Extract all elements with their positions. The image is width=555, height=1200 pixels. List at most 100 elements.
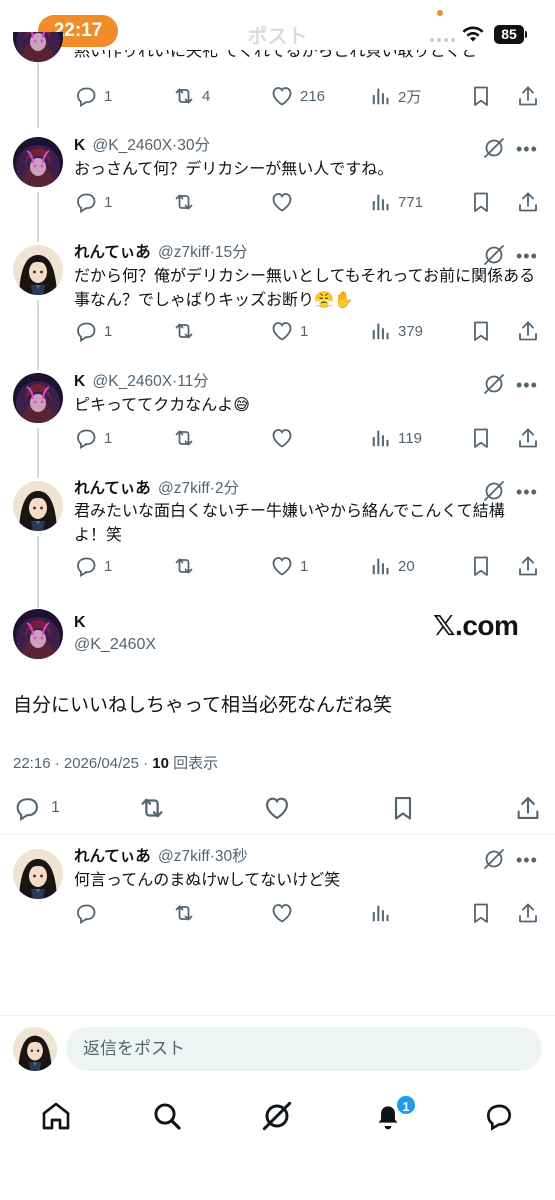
tweet-time[interactable]: 30秒: [215, 848, 248, 865]
views-icon: [370, 319, 392, 343]
reply-button[interactable]: 1: [74, 425, 112, 451]
reply-button[interactable]: 1: [74, 318, 112, 344]
like-button[interactable]: [270, 189, 300, 215]
views-button[interactable]: 2万: [370, 83, 421, 109]
bookmark-icon: [469, 426, 493, 450]
display-name[interactable]: K: [74, 614, 86, 632]
share-button[interactable]: [516, 425, 540, 451]
signal-icon: [430, 38, 455, 42]
share-button[interactable]: [516, 318, 540, 344]
tweet-time[interactable]: 2分: [215, 480, 239, 497]
views-button[interactable]: 771: [370, 189, 423, 215]
tweet-time[interactable]: 30分: [177, 137, 210, 154]
share-button[interactable]: [516, 553, 540, 579]
more-options-icon[interactable]: •••: [516, 247, 538, 265]
display-name[interactable]: れんてぃあ: [74, 848, 151, 865]
tweet-header: れんてぃあ @z7kiff·30秒: [74, 848, 248, 865]
avatar[interactable]: [13, 481, 63, 531]
views-button[interactable]: 20: [370, 553, 415, 579]
reply-icon: [74, 319, 98, 343]
tweet-timestamp[interactable]: 22:16 · 2026/04/25 ·: [13, 755, 152, 772]
share-button[interactable]: [514, 792, 542, 824]
avatar[interactable]: [13, 245, 63, 295]
user-handle[interactable]: @z7kiff: [158, 848, 210, 865]
share-icon: [516, 319, 540, 343]
tweet-time[interactable]: 15分: [215, 244, 248, 261]
avatar[interactable]: [13, 373, 63, 423]
repost-button[interactable]: [172, 189, 202, 215]
repost-button[interactable]: [137, 792, 167, 824]
bookmark-button[interactable]: [469, 318, 493, 344]
share-button[interactable]: [516, 83, 540, 109]
avatar[interactable]: [13, 609, 63, 659]
share-icon: [516, 426, 540, 450]
repost-button[interactable]: [172, 900, 196, 926]
tweet-actions: 1 1 379: [74, 318, 544, 344]
user-handle[interactable]: @K_2460X: [74, 636, 156, 654]
reply-button[interactable]: 1: [13, 792, 60, 824]
like-button[interactable]: 1: [270, 318, 308, 344]
views-icon: [370, 84, 392, 108]
tweet-header: K @K_2460X·30分: [74, 137, 210, 154]
display-name[interactable]: れんてぃあ: [74, 480, 151, 497]
repost-button[interactable]: [172, 425, 202, 451]
view-label: 回表示: [168, 755, 219, 772]
like-button[interactable]: [263, 792, 291, 824]
bookmark-button[interactable]: [469, 425, 493, 451]
bookmark-icon: [469, 84, 493, 108]
reply-button[interactable]: 1: [74, 189, 112, 215]
views-button[interactable]: [370, 900, 392, 926]
tweet-text: だから何？俺がデリカシー無いとしてもそれってお前に関係ある事なん？でしゃばりキッ…: [74, 268, 536, 309]
more-options-icon[interactable]: •••: [516, 376, 538, 394]
home-icon[interactable]: [40, 1100, 72, 1132]
share-button[interactable]: [516, 900, 540, 926]
share-button[interactable]: [516, 189, 540, 215]
avatar[interactable]: [13, 137, 63, 187]
views-button[interactable]: 379: [370, 318, 423, 344]
repost-icon: [137, 793, 167, 823]
like-icon: [270, 319, 294, 343]
bookmark-button[interactable]: [469, 900, 493, 926]
reply-button[interactable]: [74, 900, 98, 926]
tweet-time[interactable]: 11分: [177, 373, 209, 390]
tweet-header: K @K_2460X·11分: [74, 373, 209, 390]
user-handle[interactable]: @z7kiff: [158, 480, 210, 497]
thread-line: [37, 300, 39, 370]
display-name[interactable]: れんてぃあ: [74, 244, 151, 261]
more-options-icon[interactable]: •••: [516, 140, 538, 158]
more-options-icon[interactable]: •••: [516, 851, 538, 869]
grok-icon[interactable]: [261, 1100, 293, 1132]
views-button[interactable]: 119: [370, 425, 422, 451]
like-button[interactable]: [270, 425, 300, 451]
avatar[interactable]: [13, 849, 63, 899]
reply-button[interactable]: 1: [74, 83, 112, 109]
bookmark-button[interactable]: [469, 553, 493, 579]
bookmark-button[interactable]: [469, 83, 493, 109]
repost-button[interactable]: 4: [172, 83, 210, 109]
like-button[interactable]: 216: [270, 83, 325, 109]
grok-icon[interactable]: [482, 136, 506, 160]
more-options-icon[interactable]: •••: [516, 483, 538, 501]
user-handle[interactable]: @z7kiff: [158, 244, 210, 261]
display-name[interactable]: K: [74, 137, 85, 154]
reply-icon: [13, 794, 41, 822]
like-button[interactable]: [270, 900, 294, 926]
user-handle[interactable]: @K_2460X: [93, 373, 173, 390]
grok-icon[interactable]: [482, 847, 506, 871]
like-icon: [263, 794, 291, 822]
grok-icon[interactable]: [482, 372, 506, 396]
repost-button[interactable]: [172, 553, 202, 579]
user-handle[interactable]: @K_2460X: [93, 137, 173, 154]
reply-button[interactable]: 1: [74, 553, 112, 579]
my-avatar[interactable]: [13, 1027, 57, 1071]
messages-icon[interactable]: [483, 1100, 515, 1132]
grok-icon[interactable]: [482, 243, 506, 267]
like-icon: [270, 190, 294, 214]
bookmark-button[interactable]: [389, 792, 417, 824]
repost-button[interactable]: [172, 318, 202, 344]
bookmark-button[interactable]: [469, 189, 493, 215]
reply-input[interactable]: 返信をポスト: [66, 1027, 542, 1071]
display-name[interactable]: K: [74, 373, 85, 390]
like-button[interactable]: 1: [270, 553, 308, 579]
search-icon[interactable]: [151, 1100, 183, 1132]
